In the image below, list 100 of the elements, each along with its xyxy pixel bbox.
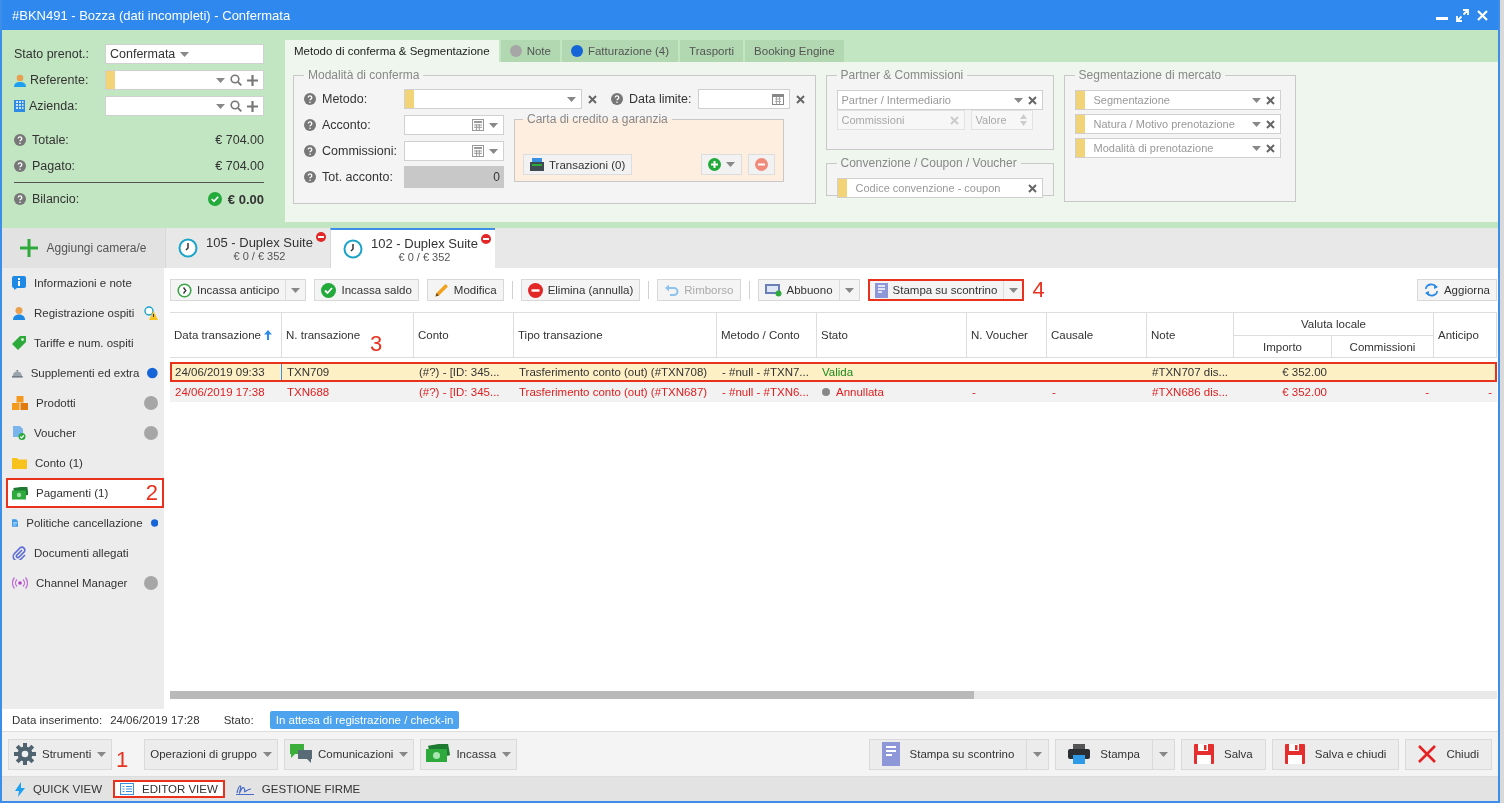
- calculator-icon[interactable]: [472, 119, 484, 131]
- settings-icon: [14, 743, 36, 765]
- column-header[interactable]: Commissioni: [1332, 335, 1434, 357]
- toolbar-button[interactable]: Abbuono: [757, 279, 860, 301]
- sidebar-item[interactable]: Registrazione ospiti: [6, 298, 164, 328]
- table-cell: - #null - #TXN7...: [722, 366, 809, 378]
- column-header[interactable]: Importo: [1234, 335, 1332, 357]
- sidebar-item[interactable]: Voucher: [6, 418, 164, 448]
- sidebar-item[interactable]: Documenti allegati: [6, 538, 164, 568]
- add-icon[interactable]: [247, 74, 258, 86]
- calculator-icon[interactable]: [472, 145, 484, 157]
- receipt-icon: [874, 282, 888, 298]
- add-icon[interactable]: [247, 100, 258, 112]
- sidebar-item[interactable]: Informazioni e note: [6, 268, 164, 298]
- tab[interactable]: Note: [500, 40, 560, 62]
- table-row[interactable]: 24/06/2019 09:33 TXN709 (#?) - [ID: 345... Trasferimento conto (out) (#TXN708) - #null - #TXN7... Valida #TXN707 dis... € 352.00: [170, 362, 1497, 382]
- help-icon: [304, 171, 316, 183]
- sidebar-item[interactable]: Supplementi ed extra: [6, 358, 164, 388]
- company-field[interactable]: [105, 96, 264, 116]
- action-button[interactable]: Operazioni di gruppo: [144, 738, 278, 770]
- sidebar-item[interactable]: Tariffe e num. ospiti: [6, 328, 164, 358]
- clear-icon[interactable]: [1027, 183, 1037, 193]
- transactions-button[interactable]: Transazioni (0): [523, 154, 633, 175]
- clear-icon[interactable]: [1265, 119, 1275, 129]
- toolbar-button[interactable]: Elimina (annulla): [520, 279, 641, 301]
- boxes-icon: [12, 396, 28, 410]
- remove-icon[interactable]: [316, 232, 326, 242]
- caret-icon: [399, 751, 409, 757]
- clear-icon[interactable]: [1027, 95, 1037, 105]
- action-button[interactable]: Stampa: [1055, 738, 1175, 770]
- caret-icon: [216, 77, 225, 83]
- status-dropdown[interactable]: Confermata: [105, 44, 264, 64]
- maximize-icon[interactable]: [1456, 8, 1469, 22]
- room-name: 105 - Duplex Suite: [206, 234, 313, 250]
- action-button[interactable]: Stampa su scontrino: [868, 738, 1050, 770]
- column-header[interactable]: Data transazione: [170, 313, 282, 357]
- column-header[interactable]: Metodo / Conto: [717, 313, 817, 357]
- add-room-button[interactable]: Aggiungi camera/e: [2, 228, 165, 268]
- contact-field[interactable]: [105, 70, 264, 90]
- column-header[interactable]: Anticipo: [1434, 313, 1497, 357]
- sidebar-item[interactable]: Politiche cancellazione: [6, 508, 164, 538]
- column-header[interactable]: Note: [1147, 313, 1234, 357]
- table-cell: -: [1425, 386, 1429, 398]
- close-icon[interactable]: [1477, 9, 1488, 21]
- caret-icon: [1251, 121, 1261, 127]
- sidebar-item[interactable]: Channel Manager: [6, 568, 164, 598]
- help-icon: [14, 193, 26, 205]
- calendar-icon[interactable]: [771, 93, 784, 105]
- sidebar-item[interactable]: Prodotti: [6, 388, 164, 418]
- clear-icon[interactable]: [1265, 143, 1275, 153]
- sidebar-item[interactable]: Pagamenti (1) 2: [6, 478, 164, 508]
- tab[interactable]: Metodo di conferma & Segmentazione: [285, 40, 499, 62]
- action-button[interactable]: Strumenti: [8, 738, 113, 770]
- view-tab[interactable]: GESTIONE FIRME: [228, 780, 368, 798]
- add-button[interactable]: [701, 154, 742, 175]
- sidebar-item[interactable]: Conto (1): [6, 448, 164, 478]
- column-header[interactable]: Tipo transazione: [514, 313, 717, 357]
- scrollbar[interactable]: [170, 691, 1497, 699]
- deposit-field[interactable]: [404, 115, 504, 135]
- action-button[interactable]: Salva: [1181, 738, 1266, 770]
- column-header[interactable]: N. Voucher: [967, 313, 1047, 357]
- clear-icon[interactable]: [1265, 95, 1275, 105]
- refresh-button[interactable]: Aggiorna: [1416, 279, 1497, 301]
- group-legend: Convenzione / Coupon / Voucher: [836, 156, 1021, 170]
- toolbar-button[interactable]: Stampa su scontrino: [867, 279, 1025, 301]
- table-row[interactable]: 24/06/2019 17:38 TXN688 (#?) - [ID: 345... Trasferimento conto (out) (#TXN687) - #null - #TXN6... Annullata - - #TXN686 dis... € 352.00 - -: [170, 382, 1497, 402]
- commission-field[interactable]: [404, 141, 504, 161]
- help-icon: [611, 93, 623, 105]
- action-button[interactable]: Comunicazioni: [284, 738, 415, 770]
- column-header[interactable]: Conto: [414, 313, 514, 357]
- action-button[interactable]: Salva e chiudi: [1271, 738, 1400, 770]
- caret-icon: [844, 287, 854, 293]
- toolbar-button[interactable]: Incassa saldo: [314, 279, 419, 301]
- search-icon[interactable]: [230, 74, 242, 86]
- tab[interactable]: Trasporti: [680, 40, 744, 62]
- action-button[interactable]: Chiudi: [1405, 738, 1492, 770]
- method-field[interactable]: [404, 89, 582, 109]
- clear-icon[interactable]: [588, 94, 597, 104]
- tab[interactable]: Booking Engine: [745, 40, 844, 62]
- date-field[interactable]: [697, 89, 790, 109]
- broadcast-icon: [12, 577, 28, 589]
- column-header[interactable]: Causale: [1047, 313, 1147, 357]
- action-button[interactable]: Incassa: [420, 738, 518, 770]
- table-cell: € 352.00: [1282, 366, 1327, 378]
- view-tab[interactable]: EDITOR VIEW: [113, 780, 225, 798]
- tab[interactable]: Fatturazione (4): [561, 40, 679, 62]
- toolbar-button[interactable]: Modifica: [426, 279, 504, 301]
- column-header[interactable]: Stato: [817, 313, 967, 357]
- room-tab[interactable]: 102 - Duplex Suite € 0 / € 352: [330, 228, 495, 268]
- remove-button[interactable]: [748, 154, 775, 175]
- remove-icon[interactable]: [481, 234, 491, 244]
- field-label: Data limite:: [629, 92, 692, 106]
- view-tab[interactable]: QUICK VIEW: [8, 778, 109, 800]
- toolbar-button[interactable]: Incassa anticipo: [170, 279, 307, 301]
- refresh-icon: [1423, 283, 1439, 297]
- balance-label: Bilancio:: [32, 192, 80, 206]
- search-icon[interactable]: [230, 100, 242, 112]
- caret-icon: [567, 96, 576, 102]
- clear-icon[interactable]: [795, 94, 805, 104]
- paperclip-icon: [12, 546, 26, 560]
